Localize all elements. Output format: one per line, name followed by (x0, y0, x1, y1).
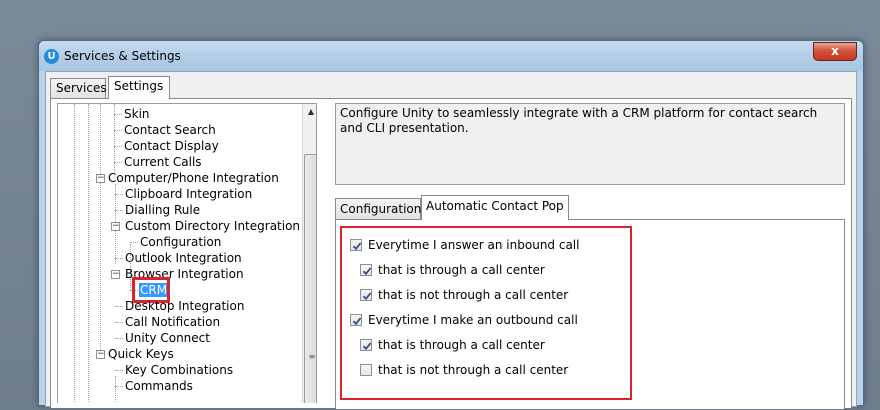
tree-item-current-calls[interactable]: Current Calls (124, 154, 202, 170)
tree-connector (130, 242, 138, 243)
tree-item-commands[interactable]: Commands (125, 378, 193, 394)
option-label: that is not through a call center (378, 288, 569, 302)
option-label: Everytime I answer an inbound call (368, 238, 580, 252)
checkbox-outbound-through-call-center[interactable] (360, 339, 372, 351)
tree-guide (74, 104, 75, 403)
scroll-up-arrow-icon[interactable]: ▲ (303, 104, 316, 120)
settings-tree: Skin Contact Search Contact Display Curr… (57, 103, 317, 403)
tree-connector (115, 306, 123, 307)
option-label: that is through a call center (378, 263, 545, 277)
collapse-icon[interactable]: − (96, 174, 105, 183)
window-title: Services & Settings (64, 49, 181, 63)
checkbox-outbound-call[interactable] (350, 314, 362, 326)
tree-connector (115, 386, 123, 387)
tree-scrollbar[interactable]: ▲ ≡ (302, 104, 316, 403)
settings-window: U Services & Settings x Services Setting… (38, 40, 864, 409)
checkbox-inbound-through-call-center[interactable] (360, 264, 372, 276)
tree-guide (88, 104, 89, 403)
option-label: that is through a call center (378, 338, 545, 352)
tree-item-skin[interactable]: Skin (124, 106, 150, 122)
tree-item-configuration[interactable]: Configuration (140, 234, 221, 250)
tab-configuration[interactable]: Configuration (335, 198, 421, 219)
checkbox-inbound-not-through-call-center[interactable] (360, 289, 372, 301)
automatic-contact-pop-panel: Everytime I answer an inbound call that … (335, 219, 845, 409)
window-client-area: Services Settings Skin Contact Search Co… (45, 71, 857, 409)
tree-item-contact-display[interactable]: Contact Display (124, 138, 219, 154)
tree-connector (115, 210, 123, 211)
tab-settings[interactable]: Settings (108, 76, 170, 99)
close-button[interactable]: x (813, 42, 857, 61)
tab-automatic-contact-pop[interactable]: Automatic Contact Pop (421, 195, 569, 220)
scrollbar-thumb[interactable]: ≡ (304, 154, 316, 403)
tree-item-call-notification[interactable]: Call Notification (125, 314, 220, 330)
option-label: that is not through a call center (378, 363, 569, 377)
collapse-icon[interactable]: − (111, 222, 120, 231)
option-label: Everytime I make an outbound call (368, 313, 578, 327)
tree-guide (115, 376, 116, 403)
grip-icon: ≡ (308, 352, 316, 361)
tree-connector (114, 162, 122, 163)
tree-item-custom-directory-integration[interactable]: Custom Directory Integration (125, 218, 300, 234)
settings-panel: Skin Contact Search Contact Display Curr… (50, 98, 852, 409)
description-text: Configure Unity to seamlessly integrate … (335, 103, 845, 185)
options-highlight-box: Everytime I answer an inbound call that … (340, 226, 632, 400)
tree-item-dialling-rule[interactable]: Dialling Rule (125, 202, 200, 218)
checkbox-outbound-not-through-call-center[interactable] (360, 364, 372, 376)
tree-connector (114, 146, 122, 147)
tree-item-quick-keys[interactable]: Quick Keys (108, 346, 174, 362)
tree-connector (115, 194, 123, 195)
tree-item-desktop-integration[interactable]: Desktop Integration (125, 298, 244, 314)
tree-item-clipboard-integration[interactable]: Clipboard Integration (125, 186, 252, 202)
tree-guide (100, 104, 101, 354)
checkbox-inbound-call[interactable] (350, 239, 362, 251)
tree-item-unity-connect[interactable]: Unity Connect (125, 330, 210, 346)
tree-connector (114, 114, 122, 115)
tree-connector (115, 258, 123, 259)
tree-connector (115, 322, 123, 323)
tree-connector (115, 338, 123, 339)
unity-app-icon: U (44, 49, 59, 64)
tree-item-key-combinations[interactable]: Key Combinations (125, 362, 233, 378)
tree-connector (114, 130, 122, 131)
crm-tab-strip: Configuration Automatic Contact Pop (335, 195, 845, 220)
tree-item-outlook-integration[interactable]: Outlook Integration (125, 250, 242, 266)
collapse-icon[interactable]: − (111, 270, 120, 279)
tree-item-contact-search[interactable]: Contact Search (124, 122, 216, 138)
settings-tree-content: Skin Contact Search Contact Display Curr… (58, 104, 302, 403)
tree-connector (115, 370, 123, 371)
collapse-icon[interactable]: − (96, 350, 105, 359)
tree-item-computer-phone-integration[interactable]: Computer/Phone Integration (108, 170, 279, 186)
tab-services[interactable]: Services (50, 78, 107, 98)
title-bar[interactable]: U Services & Settings x (39, 41, 863, 71)
